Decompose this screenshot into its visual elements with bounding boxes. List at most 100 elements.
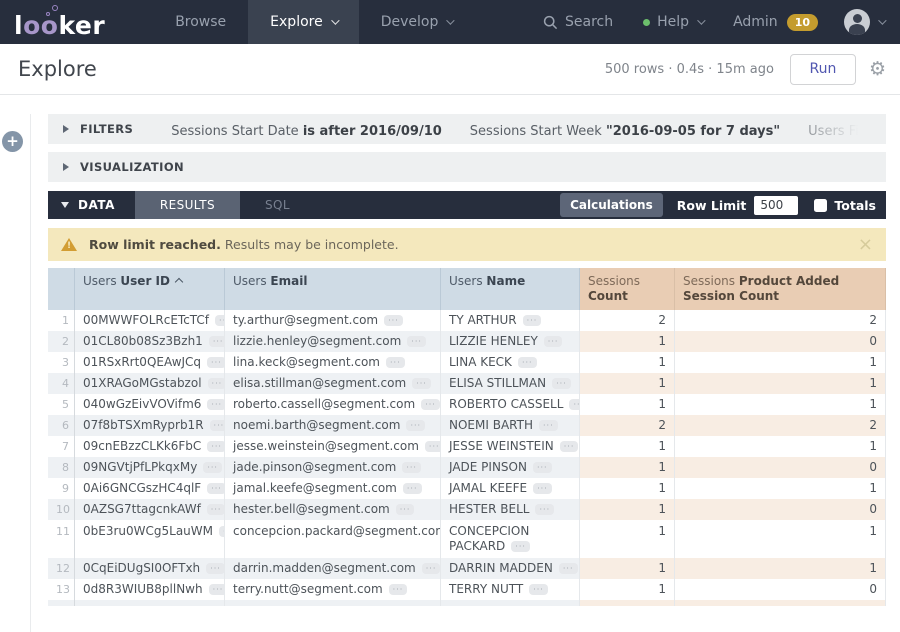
cell-menu-icon[interactable]: ··· bbox=[208, 378, 225, 389]
column-header-product-added-session-count[interactable]: Sessions Product Added Session Count bbox=[675, 268, 886, 310]
tab-sql[interactable]: SQL bbox=[240, 191, 315, 219]
product-added-count-cell[interactable]: 1 bbox=[675, 520, 886, 558]
product-added-count-cell[interactable]: 1 bbox=[675, 373, 886, 394]
collapse-caret-icon[interactable] bbox=[61, 202, 69, 208]
cell-menu-icon[interactable]: ··· bbox=[210, 420, 225, 431]
count-cell[interactable]: 1 bbox=[580, 436, 675, 457]
product-added-count-cell[interactable]: 2 bbox=[675, 310, 886, 331]
expand-caret-icon[interactable] bbox=[63, 163, 69, 171]
close-icon[interactable]: × bbox=[858, 236, 873, 254]
cell-menu-icon[interactable]: ··· bbox=[386, 357, 405, 368]
user-menu[interactable] bbox=[844, 9, 884, 35]
nav-item-develop[interactable]: Develop bbox=[359, 0, 475, 44]
count-cell[interactable]: 1 bbox=[580, 579, 675, 600]
count-cell[interactable]: 1 bbox=[580, 520, 675, 558]
product-added-count-cell[interactable]: 1 bbox=[675, 478, 886, 499]
nav-search[interactable]: Search bbox=[543, 14, 613, 30]
cell-menu-icon[interactable]: ··· bbox=[412, 378, 431, 389]
cell-menu-icon[interactable]: ··· bbox=[421, 399, 440, 410]
nav-item-browse[interactable]: Browse bbox=[153, 0, 248, 44]
product-added-count-cell[interactable]: 1 bbox=[675, 352, 886, 373]
cell-menu-icon[interactable]: ··· bbox=[203, 462, 222, 473]
run-button[interactable]: Run bbox=[790, 54, 856, 85]
cell-menu-icon[interactable]: ··· bbox=[533, 462, 552, 473]
cell-menu-icon[interactable]: ··· bbox=[518, 357, 537, 368]
cell-menu-icon[interactable]: ··· bbox=[207, 357, 225, 368]
filter-item[interactable]: Users First Date is after 2016/09/10 bbox=[808, 124, 886, 139]
calculations-button[interactable]: Calculations bbox=[560, 193, 663, 217]
product-added-count-cell[interactable]: 1 bbox=[675, 558, 886, 579]
cell-menu-icon[interactable]: ··· bbox=[384, 315, 403, 326]
cell-menu-icon[interactable]: ··· bbox=[209, 584, 225, 595]
data-title[interactable]: DATA bbox=[78, 198, 115, 212]
email-cell: darrin.madden@segment.com··· bbox=[225, 558, 441, 579]
filters-title[interactable]: FILTERS bbox=[80, 122, 133, 136]
column-header-name[interactable]: Users Name bbox=[441, 268, 580, 310]
tab-results[interactable]: RESULTS bbox=[135, 191, 240, 219]
count-cell[interactable]: 1 bbox=[580, 373, 675, 394]
product-added-count-cell[interactable]: 1 bbox=[675, 394, 886, 415]
expand-caret-icon[interactable] bbox=[63, 125, 69, 133]
totals-checkbox[interactable] bbox=[814, 199, 827, 212]
user-id-cell: 0bE3ru0WCg5LauWM··· bbox=[75, 520, 225, 558]
cell-menu-icon[interactable]: ··· bbox=[569, 399, 580, 410]
cell-menu-icon[interactable]: ··· bbox=[559, 563, 578, 574]
nav-admin[interactable]: Admin 10 bbox=[733, 14, 818, 31]
cell-menu-icon[interactable]: ··· bbox=[511, 541, 530, 552]
product-added-count-cell[interactable]: 0 bbox=[675, 579, 886, 600]
product-added-count-cell[interactable]: 1 bbox=[675, 436, 886, 457]
cell-menu-icon[interactable]: ··· bbox=[403, 483, 422, 494]
filter-item[interactable]: Sessions Start Date is after 2016/09/10 bbox=[171, 124, 442, 139]
cell-menu-icon[interactable]: ··· bbox=[533, 483, 552, 494]
column-header-email[interactable]: Users Email bbox=[225, 268, 441, 310]
cell-menu-icon[interactable]: ··· bbox=[206, 563, 225, 574]
product-added-count-cell[interactable]: 2 bbox=[675, 415, 886, 436]
cell-menu-icon[interactable]: ··· bbox=[406, 420, 425, 431]
product-added-count-cell[interactable]: 0 bbox=[675, 331, 886, 352]
looker-logo[interactable]: looker bbox=[14, 7, 105, 38]
filter-item[interactable]: Sessions Start Week "2016-09-05 for 7 da… bbox=[470, 124, 780, 139]
cell-menu-icon[interactable]: ··· bbox=[539, 420, 558, 431]
count-cell[interactable]: 1 bbox=[580, 331, 675, 352]
count-cell[interactable]: 1 bbox=[580, 499, 675, 520]
cell-menu-icon[interactable]: ··· bbox=[215, 315, 225, 326]
cell-menu-icon[interactable]: ··· bbox=[560, 441, 579, 452]
product-added-count-cell[interactable]: 0 bbox=[675, 499, 886, 520]
count-cell[interactable]: 1 bbox=[580, 352, 675, 373]
data-bar: DATA RESULTS SQL Calculations Row Limit … bbox=[48, 191, 886, 219]
cell-menu-icon[interactable]: ··· bbox=[402, 462, 421, 473]
add-field-button[interactable]: + bbox=[2, 131, 23, 152]
count-cell[interactable]: 1 bbox=[580, 457, 675, 478]
count-cell[interactable]: 1 bbox=[580, 558, 675, 579]
count-cell[interactable]: 2 bbox=[580, 310, 675, 331]
cell-menu-icon[interactable]: ··· bbox=[207, 399, 225, 410]
cell-menu-icon[interactable]: ··· bbox=[529, 584, 548, 595]
column-header-user-id[interactable]: Users User ID bbox=[75, 268, 225, 310]
nav-item-explore[interactable]: Explore bbox=[248, 0, 359, 44]
gear-icon[interactable]: ⚙ bbox=[869, 60, 886, 79]
user-id-cell: 0CqEiDUgSI0OFTxh··· bbox=[75, 558, 225, 579]
cell-menu-icon[interactable]: ··· bbox=[535, 504, 554, 515]
cell-menu-icon[interactable]: ··· bbox=[425, 441, 441, 452]
cell-menu-icon[interactable]: ··· bbox=[207, 483, 225, 494]
row-limit-input[interactable] bbox=[754, 196, 798, 215]
table-row: 5040wGzEivVOVifm6···roberto.cassell@segm… bbox=[48, 394, 886, 415]
cell-menu-icon[interactable]: ··· bbox=[396, 504, 415, 515]
cell-menu-icon[interactable]: ··· bbox=[544, 336, 563, 347]
cell-menu-icon[interactable]: ··· bbox=[209, 336, 225, 347]
cell-menu-icon[interactable]: ··· bbox=[552, 378, 571, 389]
visualization-title[interactable]: VISUALIZATION bbox=[80, 160, 184, 174]
cell-menu-icon[interactable]: ··· bbox=[389, 584, 408, 595]
product-added-count-cell[interactable]: 0 bbox=[675, 457, 886, 478]
cell-menu-icon[interactable]: ··· bbox=[422, 563, 441, 574]
count-cell[interactable]: 1 bbox=[580, 478, 675, 499]
count-cell[interactable]: 2 bbox=[580, 415, 675, 436]
cell-menu-icon[interactable]: ··· bbox=[523, 315, 542, 326]
column-header-count[interactable]: Sessions Count bbox=[580, 268, 675, 310]
cell-menu-icon[interactable]: ··· bbox=[207, 504, 225, 515]
row-number: 8 bbox=[48, 457, 75, 478]
cell-menu-icon[interactable]: ··· bbox=[207, 441, 225, 452]
cell-menu-icon[interactable]: ··· bbox=[407, 336, 426, 347]
nav-help[interactable]: Help bbox=[643, 14, 703, 30]
count-cell[interactable]: 1 bbox=[580, 394, 675, 415]
